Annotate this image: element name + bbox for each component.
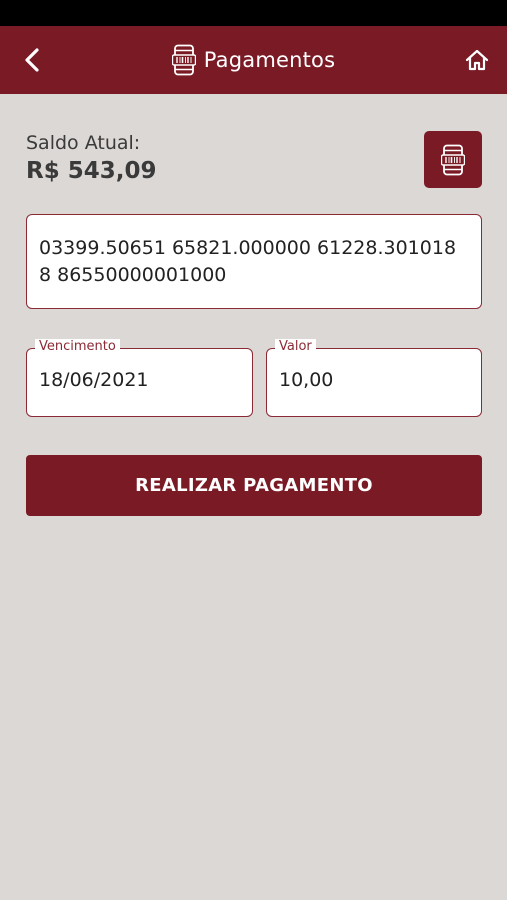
header-center: Pagamentos: [171, 44, 336, 76]
scan-barcode-button[interactable]: [424, 131, 482, 188]
home-button[interactable]: [457, 40, 497, 80]
home-icon: [465, 49, 489, 71]
amount-field[interactable]: Valor 10,00: [266, 339, 482, 417]
due-date-value: 18/06/2021: [39, 369, 149, 391]
barcode-input[interactable]: 03399.50651 65821.000000 61228.301018 8 …: [26, 214, 482, 309]
barcode-phone-icon: [441, 144, 465, 175]
page-title: Pagamentos: [203, 48, 336, 72]
amount-value: 10,00: [279, 369, 334, 391]
barcode-phone-icon: [171, 44, 196, 76]
status-bar: [0, 0, 507, 26]
amount-label: Valor: [275, 339, 316, 355]
chevron-left-icon: [25, 48, 39, 72]
due-date-field[interactable]: Vencimento 18/06/2021: [26, 339, 253, 417]
pay-button[interactable]: REALIZAR PAGAMENTO: [26, 455, 482, 516]
balance-value: R$ 543,09: [26, 158, 157, 184]
app-header: Pagamentos: [0, 26, 507, 94]
balance-label: Saldo Atual:: [26, 132, 141, 154]
back-button[interactable]: [12, 40, 52, 80]
due-date-label: Vencimento: [35, 339, 120, 355]
